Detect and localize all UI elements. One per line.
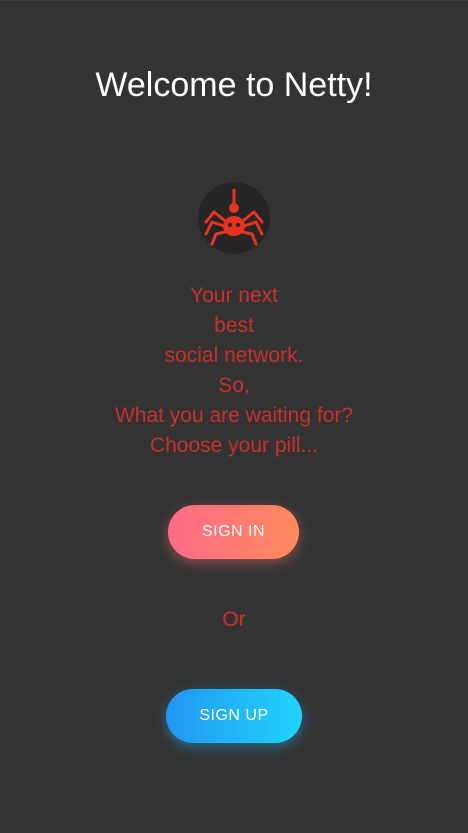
- tagline-line: Your next: [190, 284, 278, 307]
- welcome-screen: Welcome to Netty! Your next best social …: [0, 0, 468, 833]
- tagline-line: best: [214, 314, 254, 337]
- tagline: Your next best social network. So, What …: [0, 281, 468, 461]
- tagline-line: social network.: [164, 344, 304, 367]
- sign-in-button[interactable]: SIGN IN: [168, 505, 299, 559]
- app-logo: [198, 182, 270, 254]
- tagline-line: What you are waiting for?: [114, 404, 354, 427]
- or-separator: Or: [222, 608, 246, 631]
- tagline-line: So,: [218, 374, 250, 397]
- page-title: Welcome to Netty!: [95, 66, 373, 104]
- spider-icon: [204, 188, 264, 246]
- tagline-line: Choose your pill...: [149, 434, 319, 457]
- sign-up-button[interactable]: SIGN UP: [166, 689, 302, 743]
